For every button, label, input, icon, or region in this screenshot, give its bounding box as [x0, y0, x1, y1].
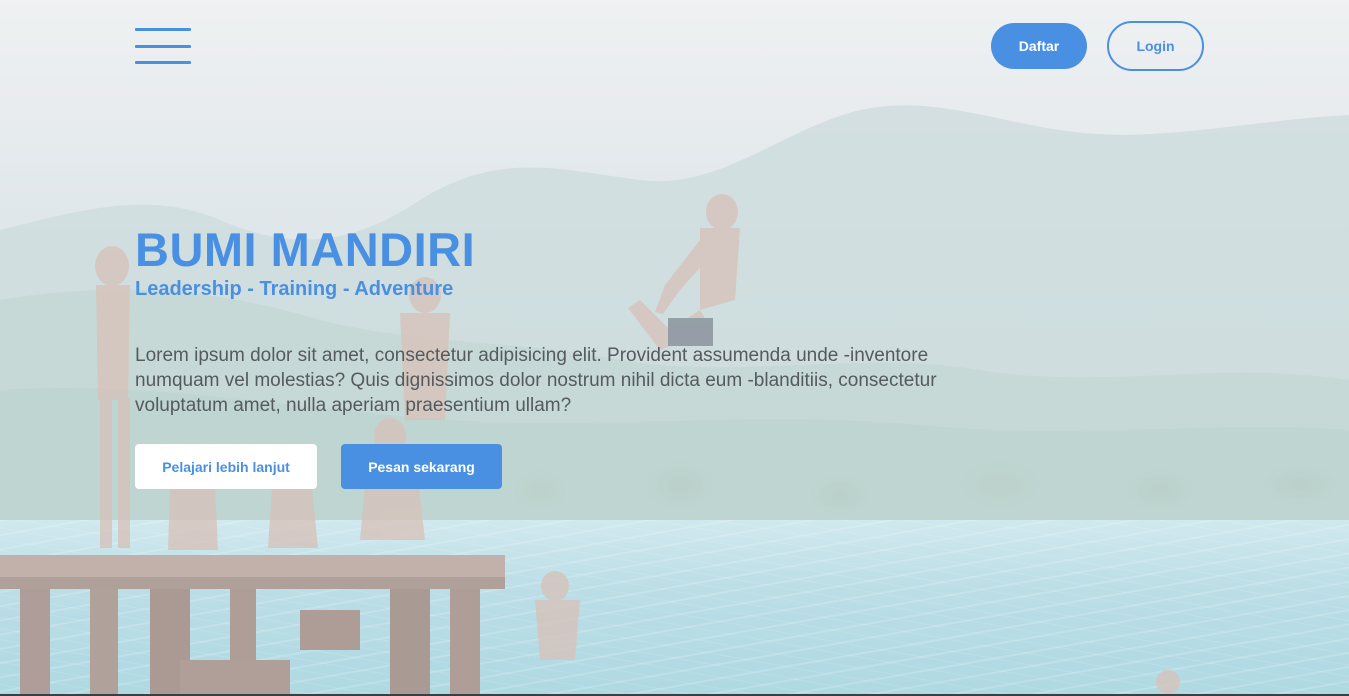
menu-bar-middle — [135, 44, 191, 48]
learn-more-button[interactable]: Pelajari lebih lanjut — [135, 444, 317, 489]
hero-description: Lorem ipsum dolor sit amet, consectetur … — [135, 345, 937, 416]
hero-subtitle: Leadership - Training - Adventure — [135, 278, 454, 300]
login-button[interactable]: Login — [1107, 21, 1204, 71]
register-button[interactable]: Daftar — [991, 23, 1087, 69]
menu-bar-top — [135, 28, 191, 31]
hamburger-menu-icon[interactable] — [135, 28, 191, 64]
order-now-button[interactable]: Pesan sekarang — [341, 444, 502, 489]
hero-title: BUMI MANDIRI — [135, 223, 476, 276]
menu-bar-bottom — [135, 61, 191, 64]
